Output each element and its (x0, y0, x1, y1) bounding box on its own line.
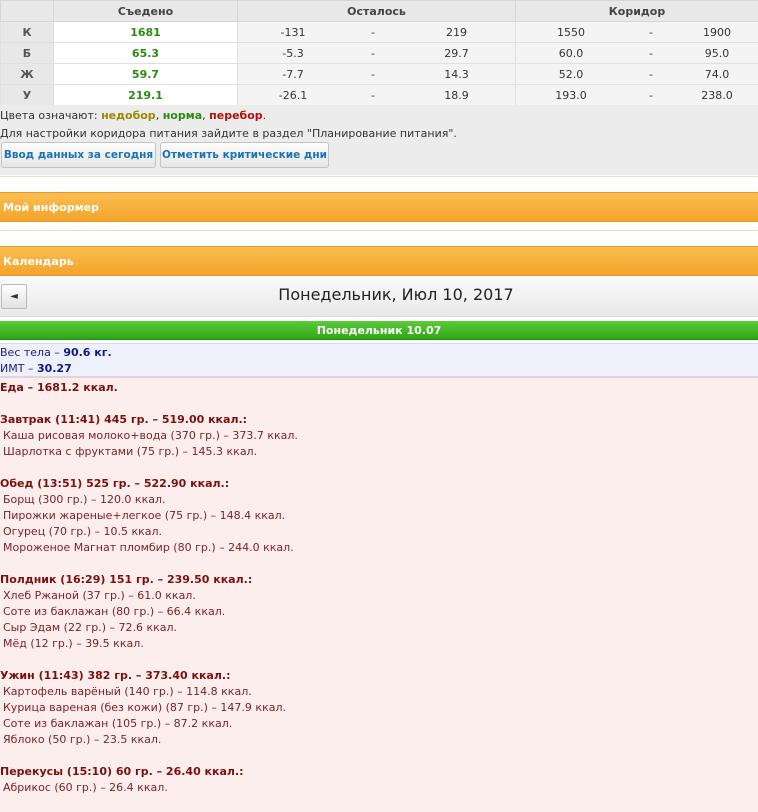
list-item: Курица вареная (без кожи) (87 гр.) – 147… (3, 701, 286, 714)
legend-over: перебор (209, 109, 263, 122)
meal-header: Завтрак (11:41) 445 гр. – 519.00 ккал.: (0, 413, 248, 426)
left-range: -5.3 - 29.7 (237, 42, 516, 64)
list-item: Шарлотка с фруктами (75 гр.) – 145.3 кка… (3, 445, 258, 458)
corridor-to: 1900 (703, 25, 731, 39)
range-dash: - (371, 46, 375, 60)
list-item: Яблоко (50 гр.) – 23.5 ккал. (3, 733, 162, 746)
eaten-value: 65.3 (53, 42, 238, 64)
table-row: К 1681 -131 - 219 1550 - 1900 (0, 21, 758, 43)
range-dash: - (371, 88, 375, 102)
list-item: Картофель варёный (140 гр.) – 114.8 ккал… (3, 685, 252, 698)
legend-prefix: Цвета означают: (0, 109, 102, 122)
calendar-header[interactable]: Календарь (0, 246, 758, 276)
left-to: 29.7 (444, 46, 469, 60)
body-stats: Вес тела – 90.6 кг. ИМТ – 30.27 (0, 343, 758, 377)
divider (0, 176, 758, 177)
left-from: -26.1 (278, 88, 308, 102)
range-dash: - (649, 46, 653, 60)
list-item: Огурец (70 гр.) – 10.5 ккал. (3, 525, 163, 538)
row-label: У (0, 84, 54, 106)
header-label (0, 0, 54, 22)
left-range: -26.1 - 18.9 (237, 84, 516, 106)
divider (0, 230, 758, 231)
range-dash: - (371, 67, 375, 81)
table-row: Б 65.3 -5.3 - 29.7 60.0 - 95.0 (0, 42, 758, 64)
row-label: К (0, 21, 54, 43)
arrow-left-icon: ◄ (10, 291, 18, 302)
left-range: -7.7 - 14.3 (237, 63, 516, 85)
corridor-to: 95.0 (704, 46, 730, 60)
corridor-range: 60.0 - 95.0 (515, 42, 758, 64)
bmi-line: ИМТ – 30.27 (0, 362, 72, 375)
left-to: 18.9 (444, 88, 469, 102)
prev-day-button[interactable]: ◄ (1, 284, 27, 309)
list-item: Хлеб Ржаной (37 гр.) – 61.0 ккал. (3, 589, 196, 602)
range-dash: - (649, 25, 653, 39)
corridor-range: 1550 - 1900 (515, 21, 758, 43)
critical-days-button[interactable]: Отметить критические дни (160, 142, 329, 168)
header-left: Осталось (237, 0, 516, 22)
list-item: Соте из баклажан (80 гр.) – 66.4 ккал. (3, 605, 226, 618)
legend-norm: норма (162, 109, 203, 122)
list-item: Сыр Эдам (22 гр.) – 72.6 ккал. (3, 621, 178, 634)
table-header-row: Съедено Осталось Коридор (0, 0, 758, 22)
list-item: Борщ (300 гр.) – 120.0 ккал. (3, 493, 166, 506)
day-header: Понедельник 10.07 (0, 321, 758, 340)
header-eaten: Съедено (53, 0, 238, 22)
corridor-to: 238.0 (701, 88, 733, 102)
meal-header: Полдник (16:29) 151 гр. – 239.50 ккал.: (0, 573, 253, 586)
table-row: Ж 59.7 -7.7 - 14.3 52.0 - 74.0 (0, 63, 758, 85)
corridor-from: 193.0 (555, 88, 587, 102)
left-from: -131 (280, 25, 306, 39)
meal-header: Обед (13:51) 525 гр. – 522.90 ккал.: (0, 477, 230, 490)
eaten-value: 219.1 (53, 84, 238, 106)
range-dash: - (371, 25, 375, 39)
left-to: 219 (446, 25, 467, 39)
list-item: Соте из баклажан (105 гр.) – 87.2 ккал. (3, 717, 233, 730)
food-total: Еда – 1681.2 ккал. (0, 381, 118, 394)
calendar-title: Календарь (3, 254, 74, 268)
calendar-date: Понедельник, Июл 10, 2017 (278, 285, 514, 304)
corridor-from: 1550 (557, 25, 585, 39)
corridor-to: 74.0 (704, 67, 730, 81)
corridor-range: 193.0 - 238.0 (515, 84, 758, 106)
list-item: Каша рисовая молоко+вода (370 гр.) – 373… (3, 429, 298, 442)
range-dash: - (649, 67, 653, 81)
corridor-from: 60.0 (558, 46, 584, 60)
corridor-range: 52.0 - 74.0 (515, 63, 758, 85)
enter-today-button[interactable]: Ввод данных за сегодня (1, 142, 156, 168)
corridor-from: 52.0 (558, 67, 584, 81)
food-diary: Еда – 1681.2 ккал. Завтрак (11:41) 445 г… (0, 377, 758, 812)
legend-under: недобор (101, 109, 156, 122)
informer-header[interactable]: Мой информер (0, 192, 758, 222)
bmi-label: ИМТ – (0, 362, 37, 375)
list-item: Пирожки жареные+легкое (75 гр.) – 148.4 … (3, 509, 286, 522)
header-corridor: Коридор (515, 0, 758, 22)
table-row: У 219.1 -26.1 - 18.9 193.0 - 238.0 (0, 84, 758, 106)
left-from: -7.7 (282, 67, 304, 81)
bmi-value: 30.27 (36, 362, 72, 375)
row-label: Ж (0, 63, 54, 85)
left-to: 14.3 (444, 67, 469, 81)
weight-value: 90.6 кг. (63, 346, 112, 359)
meal-header: Ужин (11:43) 382 гр. – 373.40 ккал.: (0, 669, 231, 682)
eaten-value: 59.7 (53, 63, 238, 85)
left-range: -131 - 219 (237, 21, 516, 43)
left-from: -5.3 (282, 46, 304, 60)
informer-title: Мой информер (3, 200, 100, 214)
corridor-hint: Для настройки коридора питания зайдите в… (0, 127, 457, 140)
row-label: Б (0, 42, 54, 64)
weight-line: Вес тела – 90.6 кг. (0, 346, 112, 359)
legend-sep: , (155, 109, 163, 122)
eaten-value: 1681 (53, 21, 238, 43)
legend-end: . (262, 109, 267, 122)
meal-header: Перекусы (15:10) 60 гр. – 26.40 ккал.: (0, 765, 244, 778)
range-dash: - (649, 88, 653, 102)
color-legend: Цвета означают: недобор, норма, перебор. (0, 109, 266, 122)
weight-label: Вес тела – (0, 346, 64, 359)
list-item: Абрикос (60 гр.) – 26.4 ккал. (3, 781, 168, 794)
nutrition-table: Съедено Осталось Коридор К 1681 -131 - 219… (0, 0, 758, 106)
list-item: Мороженое Магнат пломбир (80 гр.) – 244.… (3, 541, 294, 554)
list-item: Мёд (12 гр.) – 39.5 ккал. (3, 637, 144, 650)
